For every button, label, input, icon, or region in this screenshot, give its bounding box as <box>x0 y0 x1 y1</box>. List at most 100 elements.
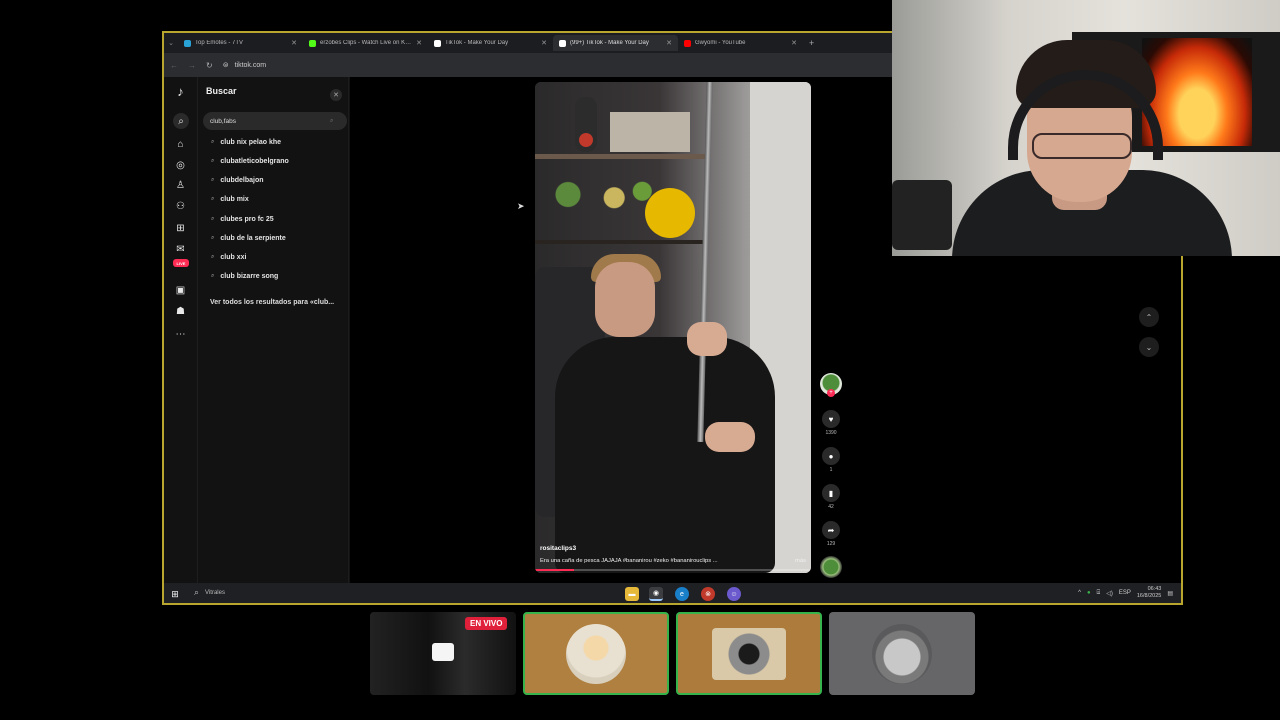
taskbar-search[interactable]: ⌕ Vitrales <box>194 587 225 598</box>
suggestion-item[interactable]: ⌕ clubatleticobelgrano <box>211 158 289 165</box>
clock[interactable]: 06:43 16/8/2025 <box>1137 586 1161 600</box>
site-info-icon[interactable]: ⊜ <box>223 61 229 69</box>
search-field[interactable]: ⌕ <box>203 112 347 130</box>
chrome-icon[interactable]: ◉ <box>649 587 663 601</box>
guest-card[interactable] <box>829 612 975 695</box>
more-dots-icon[interactable]: ⋯ <box>173 327 188 342</box>
suggestion-item[interactable]: ⌕ club mix <box>211 196 249 203</box>
tab-tiktok[interactable]: TikTok - Make Your Day ✕ <box>428 35 553 51</box>
webcam-overlay <box>892 0 1280 256</box>
heart-icon[interactable]: ♥ <box>822 410 840 428</box>
tab-label: erzobes Clips - Watch Live on Kick <box>320 40 413 46</box>
url-text: tiktok.com <box>234 61 267 69</box>
messages-icon[interactable]: ✉ <box>173 242 188 257</box>
video-progress-fill <box>535 569 574 571</box>
volume-icon[interactable]: ◁) <box>1106 590 1113 597</box>
comment-icon[interactable]: ● <box>822 447 840 465</box>
youtube-favicon-icon <box>684 39 691 47</box>
status-dot-icon[interactable]: ● <box>1087 590 1091 596</box>
close-icon[interactable]: ✕ <box>291 39 297 47</box>
windows-taskbar: ⊞ ⌕ Vitrales ▬ ◉ e ⊗ ☺ ^ ● ⌸ ◁) ESP 06:4… <box>164 583 1181 603</box>
tab-7tv[interactable]: Top Emotes - 7TV ✕ <box>178 35 303 51</box>
forward-arrow-icon[interactable]: → <box>188 61 196 70</box>
tab-label: Gwyomi - YouTube <box>695 40 746 46</box>
profile-ghost-icon[interactable]: ☗ <box>173 304 188 319</box>
upload-icon[interactable]: ⊞ <box>173 221 188 236</box>
suggestion-item[interactable]: ⌕ club xxi <box>211 254 246 261</box>
system-tray: ^ ● ⌸ ◁) ESP 06:43 16/8/2025 ▤ <box>1078 586 1173 600</box>
creator-avatar[interactable] <box>820 373 842 397</box>
reload-icon[interactable]: ↻ <box>206 61 213 70</box>
home-icon[interactable]: ⌂ <box>173 137 188 152</box>
tab-youtube[interactable]: Gwyomi - YouTube ✕ <box>678 35 803 51</box>
app-icon[interactable]: ⊗ <box>701 587 715 601</box>
close-icon[interactable]: ✕ <box>666 39 672 47</box>
chevron-up-icon[interactable]: ⌃ <box>1139 307 1159 327</box>
live-tv-icon[interactable]: ▣ <box>173 283 188 298</box>
comment-action[interactable]: ● 1 <box>819 447 843 473</box>
tab-label: TikTok - Make Your Day <box>445 40 509 46</box>
tab-tiktok-active[interactable]: (99+) TikTok - Make Your Day ✕ <box>553 35 678 51</box>
close-icon[interactable]: ✕ <box>416 39 422 47</box>
suggestion-item[interactable]: ⌕ club nix pelao khe <box>211 139 281 146</box>
search-icon: ⌕ <box>211 196 215 202</box>
search-panel: Buscar ✕ ⌕ ⌕club nix pelao khe ⌕clubatle… <box>199 77 349 583</box>
discord-icon[interactable]: ☺ <box>727 587 741 601</box>
video-author[interactable]: rositaclips3 <box>540 545 576 552</box>
bookmark-icon[interactable]: ▮ <box>822 484 840 502</box>
search-icon[interactable]: ⌕ <box>330 118 333 125</box>
url-field[interactable]: ⊜ tiktok.com <box>223 61 267 70</box>
microphone <box>892 180 952 250</box>
chevron-up-icon[interactable]: ^ <box>1078 590 1081 596</box>
search-icon: ⌕ <box>211 235 215 241</box>
video-progress-bar[interactable] <box>535 569 811 571</box>
windows-start-icon[interactable]: ⊞ <box>169 588 181 600</box>
live-badge: EN VIVO <box>465 617 508 630</box>
search-input[interactable] <box>210 117 330 125</box>
network-icon[interactable]: ⌸ <box>1097 590 1101 597</box>
video-caption: Era una caña de pesca JAJAJA #bananirou … <box>540 558 806 564</box>
tab-kick[interactable]: erzobes Clips - Watch Live on Kick ✕ <box>303 35 428 51</box>
search-icon[interactable]: ⌕ <box>173 113 189 129</box>
share-action[interactable]: ➦ 129 <box>819 521 843 547</box>
close-icon[interactable]: ✕ <box>791 39 797 47</box>
chevron-down-icon[interactable]: ⌄ <box>1139 337 1159 357</box>
back-arrow-icon[interactable]: ← <box>170 61 178 70</box>
explore-compass-icon[interactable]: ◎ <box>173 158 188 173</box>
suggestion-item[interactable]: ⌕ club bizarre song <box>211 273 278 280</box>
share-arrow-icon[interactable]: ➦ <box>822 521 840 539</box>
see-all-results-link[interactable]: Ver todos los resultados para «club... <box>210 299 334 306</box>
suggestion-item[interactable]: ⌕ club de la serpiente <box>211 235 286 242</box>
avatar <box>566 623 626 684</box>
raccoon-avatar <box>712 627 786 680</box>
guest-card[interactable] <box>676 612 822 695</box>
notifications-icon[interactable]: ▤ <box>1167 590 1173 597</box>
suggestion-item[interactable]: ⌕ clubes pro fc 25 <box>211 216 274 223</box>
live-stream-card[interactable]: EN VIVO <box>370 612 516 695</box>
tiktok-logo-icon[interactable]: ♪ <box>173 84 188 99</box>
tiktok-nav-rail: ♪ ⌕ ⌂ ◎ ♙ ⚇ ⊞ ✉ LIVE ▣ ☗ ⋯ <box>164 77 198 583</box>
tab-label: (99+) TikTok - Make Your Day <box>570 40 649 46</box>
stream-layout: ⌄ Top Emotes - 7TV ✕ erzobes Clips - Wat… <box>0 0 1280 720</box>
more-link[interactable]: más <box>795 558 806 564</box>
suggestion-item[interactable]: ⌕ clubdelbajon <box>211 177 264 184</box>
music-disc-icon[interactable] <box>820 556 842 578</box>
language-indicator[interactable]: ESP <box>1119 590 1131 596</box>
guest-card[interactable] <box>523 612 669 695</box>
video-player[interactable]: rositaclips3 Era una caña de pesca JAJAJ… <box>535 82 811 573</box>
save-action[interactable]: ▮ 42 <box>819 484 843 510</box>
close-icon[interactable]: ✕ <box>330 89 342 101</box>
close-icon[interactable]: ✕ <box>541 39 547 47</box>
friends-icon[interactable]: ⚇ <box>173 199 188 214</box>
following-icon[interactable]: ♙ <box>173 178 188 193</box>
edge-icon[interactable]: e <box>675 587 689 601</box>
car-avatar <box>872 623 932 684</box>
live-badge[interactable]: LIVE <box>173 259 189 267</box>
tiktok-favicon-icon <box>559 39 566 47</box>
tab-search-icon[interactable]: ⌄ <box>164 39 178 47</box>
share-count: 129 <box>826 541 836 547</box>
new-tab-button[interactable]: + <box>809 38 814 48</box>
like-action[interactable]: ♥ 1390 <box>819 410 843 436</box>
search-icon: ⌕ <box>211 158 215 164</box>
file-explorer-icon[interactable]: ▬ <box>625 587 639 601</box>
